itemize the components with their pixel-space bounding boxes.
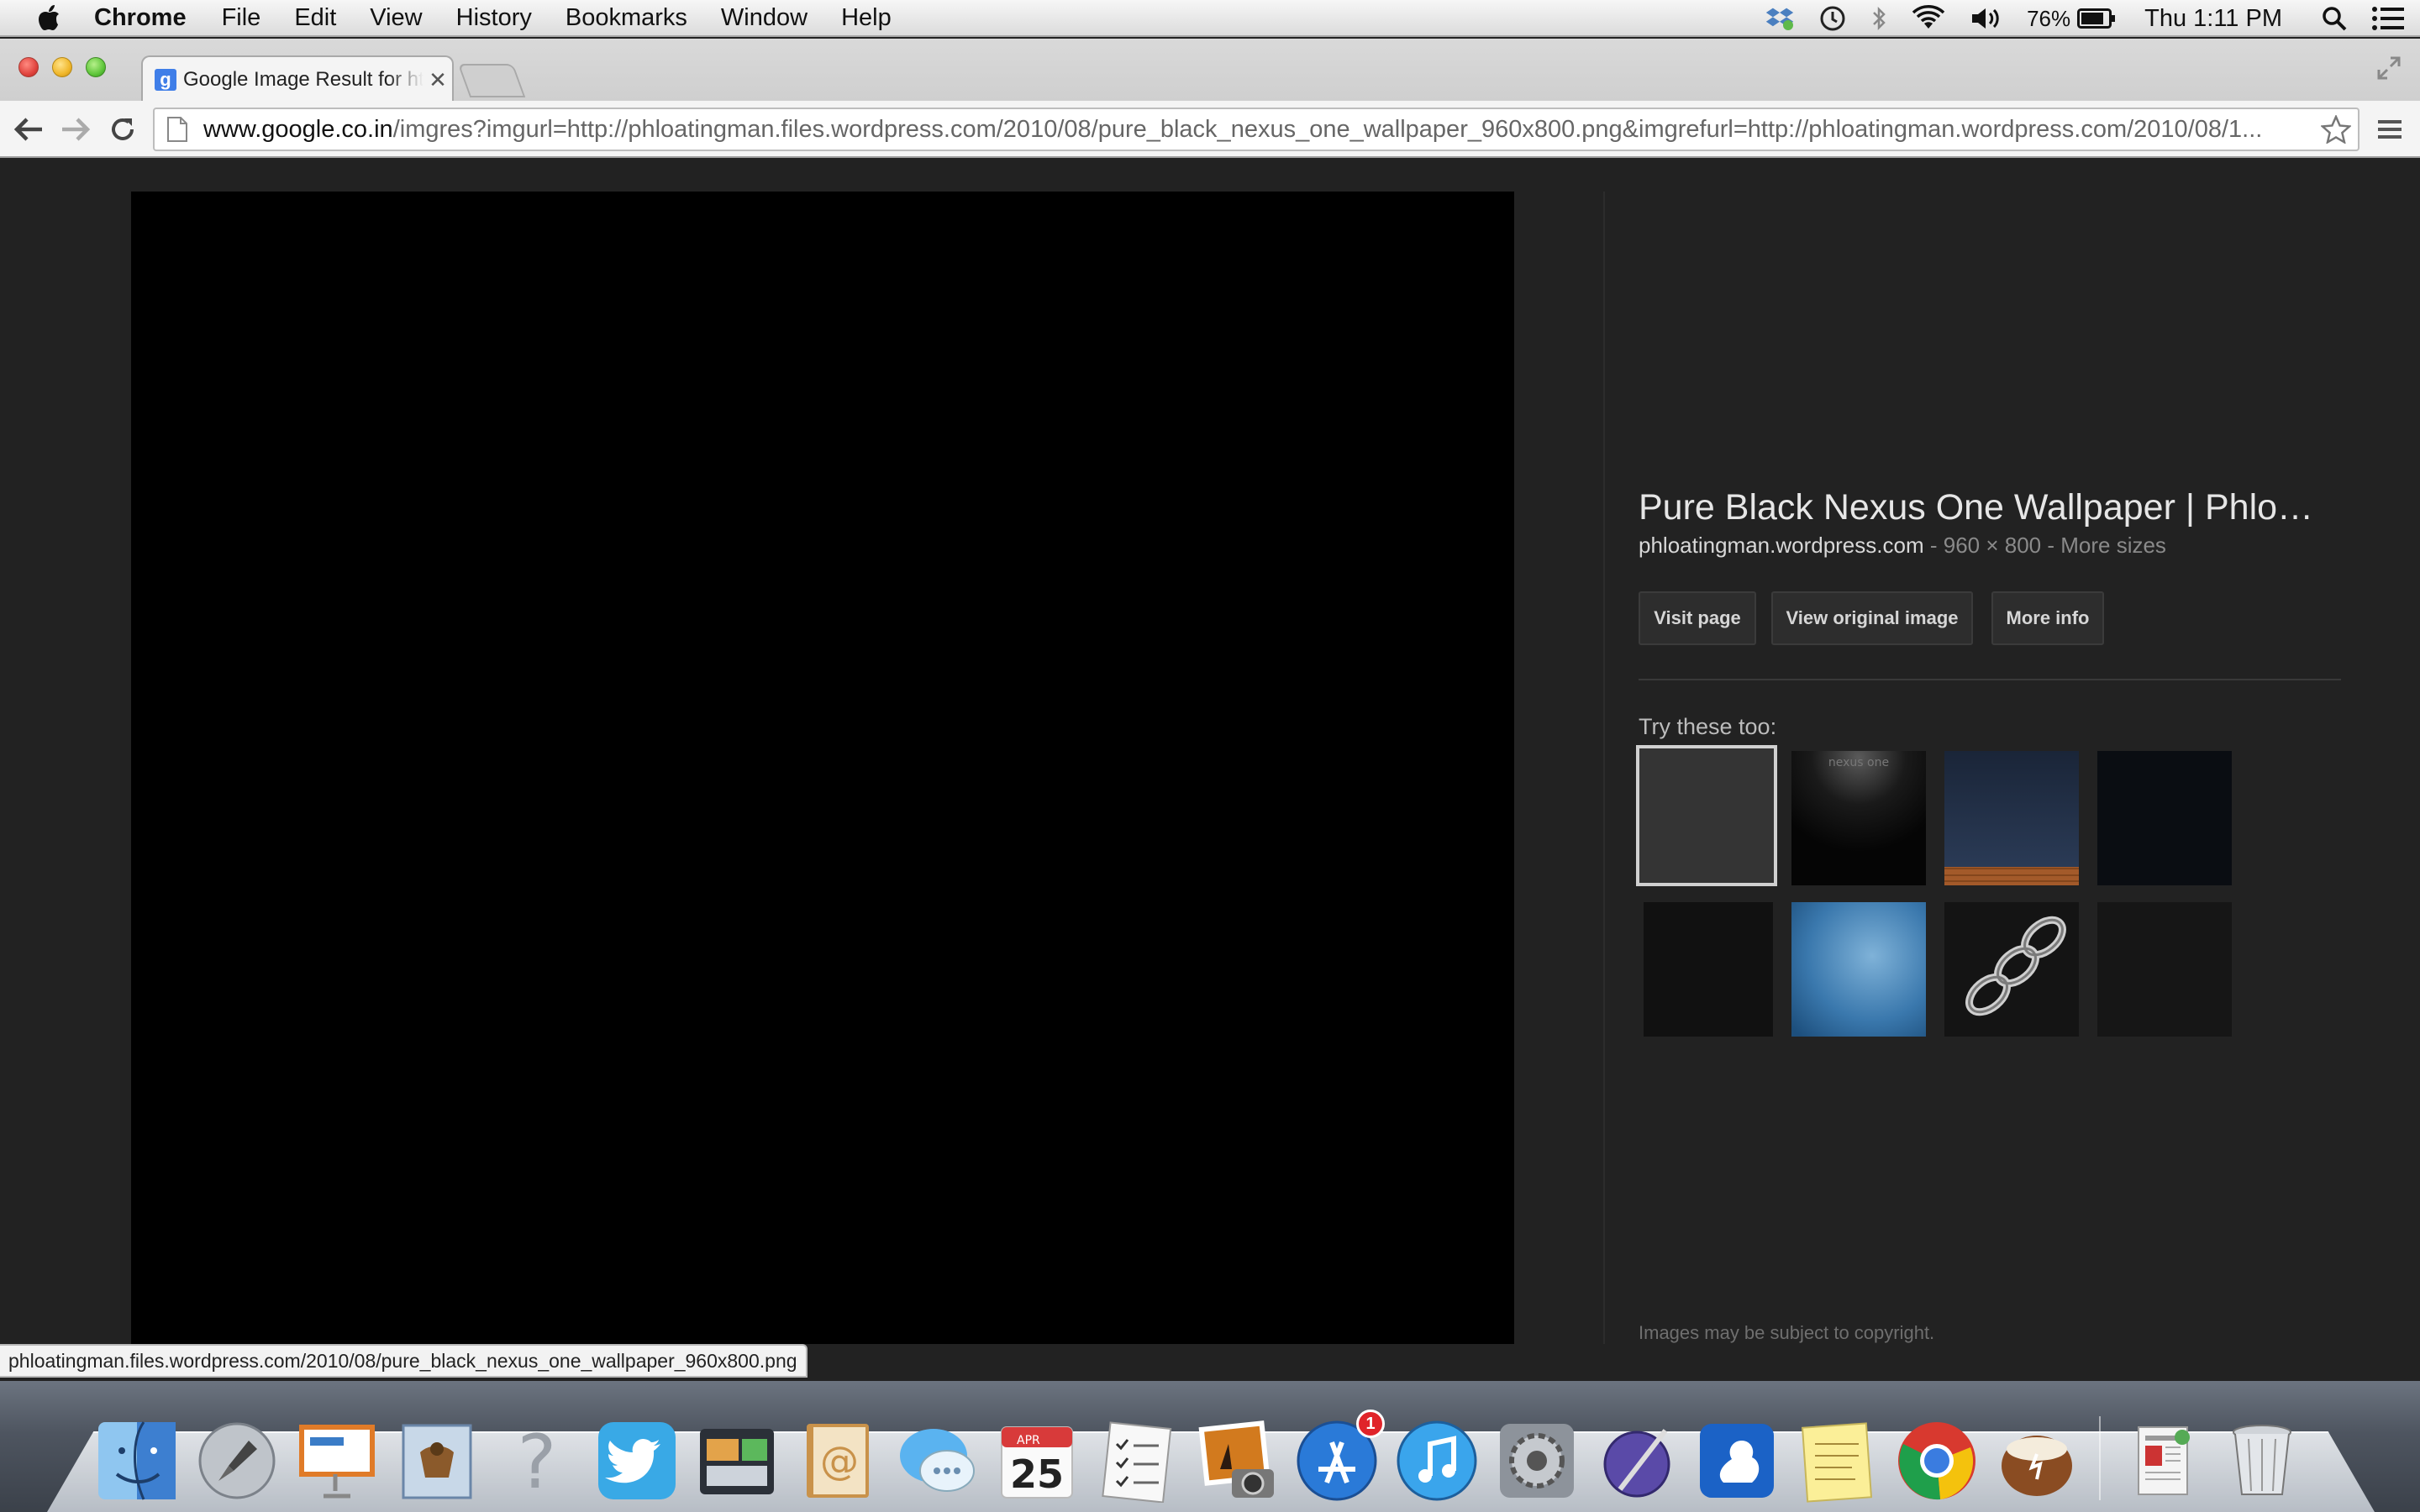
forward-button[interactable]: [59, 113, 92, 146]
keynote-icon[interactable]: [292, 1416, 381, 1505]
notes-icon[interactable]: [1792, 1416, 1881, 1505]
back-button[interactable]: [12, 113, 45, 146]
related-thumbnail-8[interactable]: [2097, 902, 2232, 1037]
related-thumbnail-5[interactable]: [1639, 902, 1773, 1037]
vuze-icon[interactable]: [1692, 1416, 1781, 1505]
preview-image[interactable]: [131, 192, 1514, 1344]
twitter-icon[interactable]: [592, 1416, 681, 1505]
meta-separator: -: [1923, 533, 1944, 558]
documents-stack-icon[interactable]: [2118, 1416, 2207, 1505]
dock-separator: [2099, 1416, 2101, 1500]
battery-icon[interactable]: [2077, 8, 2116, 29]
related-thumbnail-1[interactable]: [1636, 745, 1777, 886]
bluetooth-icon[interactable]: [1870, 5, 1887, 32]
related-thumbnail-7[interactable]: [1944, 902, 2079, 1037]
more-sizes-link[interactable]: More sizes: [2060, 533, 2166, 558]
spotlight-search-icon[interactable]: [2321, 5, 2348, 32]
menu-window[interactable]: Window: [721, 4, 808, 32]
menu-help[interactable]: Help: [841, 4, 892, 32]
finder-icon[interactable]: [92, 1416, 182, 1505]
view-original-image-button[interactable]: View original image: [1771, 591, 1973, 645]
svg-text:?: ?: [518, 1419, 557, 1503]
trash-icon[interactable]: [2217, 1416, 2307, 1505]
result-title[interactable]: Pure Black Nexus One Wallpaper | Phlo…: [1639, 487, 2344, 528]
battery-percent: 76%: [2027, 5, 2071, 31]
more-info-button[interactable]: More info: [1991, 591, 2104, 645]
reload-button[interactable]: [106, 113, 139, 146]
mail-icon[interactable]: [392, 1416, 481, 1505]
meta-separator-2: -: [2041, 533, 2061, 558]
chrome-menu-icon[interactable]: [2373, 113, 2407, 146]
volume-icon[interactable]: [1970, 5, 2003, 32]
tab-close-icon[interactable]: ✕: [424, 67, 452, 93]
new-tab-button[interactable]: [457, 64, 526, 97]
app-store-update-badge: 1: [1356, 1410, 1385, 1438]
photo-browser-icon[interactable]: [692, 1416, 781, 1505]
google-favicon-icon: g: [155, 69, 176, 91]
chrome-icon[interactable]: [1892, 1416, 1981, 1505]
menu-history[interactable]: History: [456, 4, 532, 32]
menu-bookmarks[interactable]: Bookmarks: [566, 4, 687, 32]
dock: ? @ APR 25 1: [92, 1388, 2361, 1505]
status-menu-area: 76% Thu 1:11 PM: [1741, 0, 2420, 37]
menu-file[interactable]: File: [222, 4, 261, 32]
link-status-bubble: phloatingman.files.wordpress.com/2010/08…: [0, 1344, 808, 1378]
image-info-panel: Pure Black Nexus One Wallpaper | Phlo… p…: [1636, 160, 2344, 1383]
wifi-icon[interactable]: [1911, 5, 1946, 32]
result-dimensions: 960 × 800: [1943, 533, 2042, 558]
related-thumbnail-3[interactable]: [1944, 751, 2079, 885]
svg-text:@: @: [820, 1438, 859, 1483]
page-content: Pure Black Nexus One Wallpaper | Phlo… p…: [0, 160, 2420, 1383]
dropbox-icon[interactable]: [1765, 5, 1795, 32]
horizontal-divider: [1639, 679, 2341, 680]
menu-view[interactable]: View: [370, 4, 422, 32]
menu-bar: Chrome File Edit View History Bookmarks …: [0, 0, 2420, 37]
try-these-label: Try these too:: [1639, 714, 1777, 739]
messages-icon[interactable]: [892, 1416, 981, 1505]
contacts-icon[interactable]: @: [792, 1416, 881, 1505]
vertical-divider: [1603, 192, 1605, 1344]
apple-menu-icon[interactable]: [32, 1, 66, 34]
itunes-icon[interactable]: [1392, 1416, 1481, 1505]
result-domain[interactable]: phloatingman.wordpress.com: [1639, 533, 1924, 558]
address-bar[interactable]: www.google.co.in /imgres?imgurl=http://p…: [153, 108, 2360, 151]
calendar-icon[interactable]: APR 25: [992, 1416, 1081, 1505]
tab-title: Google Image Result for http://phloating…: [183, 68, 424, 91]
calendar-day: 25: [1010, 1452, 1064, 1497]
browser-toolbar: www.google.co.in /imgres?imgurl=http://p…: [0, 101, 2420, 158]
window-minimize-button[interactable]: [52, 57, 72, 77]
related-thumbnail-2[interactable]: nexus one: [1791, 751, 1926, 885]
thumbnail-2-text: nexus one: [1828, 756, 1889, 769]
help-icon[interactable]: ?: [492, 1416, 581, 1505]
url-host: www.google.co.in: [203, 115, 393, 143]
notification-center-icon[interactable]: [2371, 5, 2405, 32]
related-thumbnail-4[interactable]: [2097, 751, 2232, 885]
fullscreen-icon[interactable]: [2375, 54, 2403, 82]
system-preferences-icon[interactable]: [1492, 1416, 1581, 1505]
time-machine-icon[interactable]: [1818, 4, 1847, 33]
tab-google-image-result[interactable]: g Google Image Result for http://phloati…: [141, 55, 454, 102]
page-icon: [166, 116, 188, 143]
calendar-month: APR: [1017, 1434, 1040, 1447]
coconut-battery-icon[interactable]: [1992, 1416, 2081, 1505]
bookmark-star-icon[interactable]: [2319, 115, 2353, 144]
menu-edit[interactable]: Edit: [294, 4, 336, 32]
visit-page-button[interactable]: Visit page: [1639, 591, 1756, 645]
copyright-notice: Images may be subject to copyright.: [1639, 1322, 1935, 1343]
reminders-icon[interactable]: [1092, 1416, 1181, 1505]
app-store-icon[interactable]: 1: [1292, 1410, 1385, 1505]
related-thumbnail-6[interactable]: [1791, 902, 1926, 1037]
window-close-button[interactable]: [18, 57, 39, 77]
iphoto-icon[interactable]: [1192, 1416, 1281, 1505]
tab-strip: g Google Image Result for http://phloati…: [0, 39, 2420, 102]
script-editor-icon[interactable]: [1592, 1416, 1681, 1505]
launchpad-icon[interactable]: [192, 1416, 281, 1505]
window-zoom-button[interactable]: [86, 57, 106, 77]
menu-app-chrome[interactable]: Chrome: [94, 4, 187, 32]
menu-clock[interactable]: Thu 1:11 PM: [2144, 5, 2282, 33]
result-meta: phloatingman.wordpress.com - 960 × 800 -…: [1639, 533, 2166, 559]
url-path: /imgres?imgurl=http://phloatingman.files…: [392, 115, 2263, 143]
